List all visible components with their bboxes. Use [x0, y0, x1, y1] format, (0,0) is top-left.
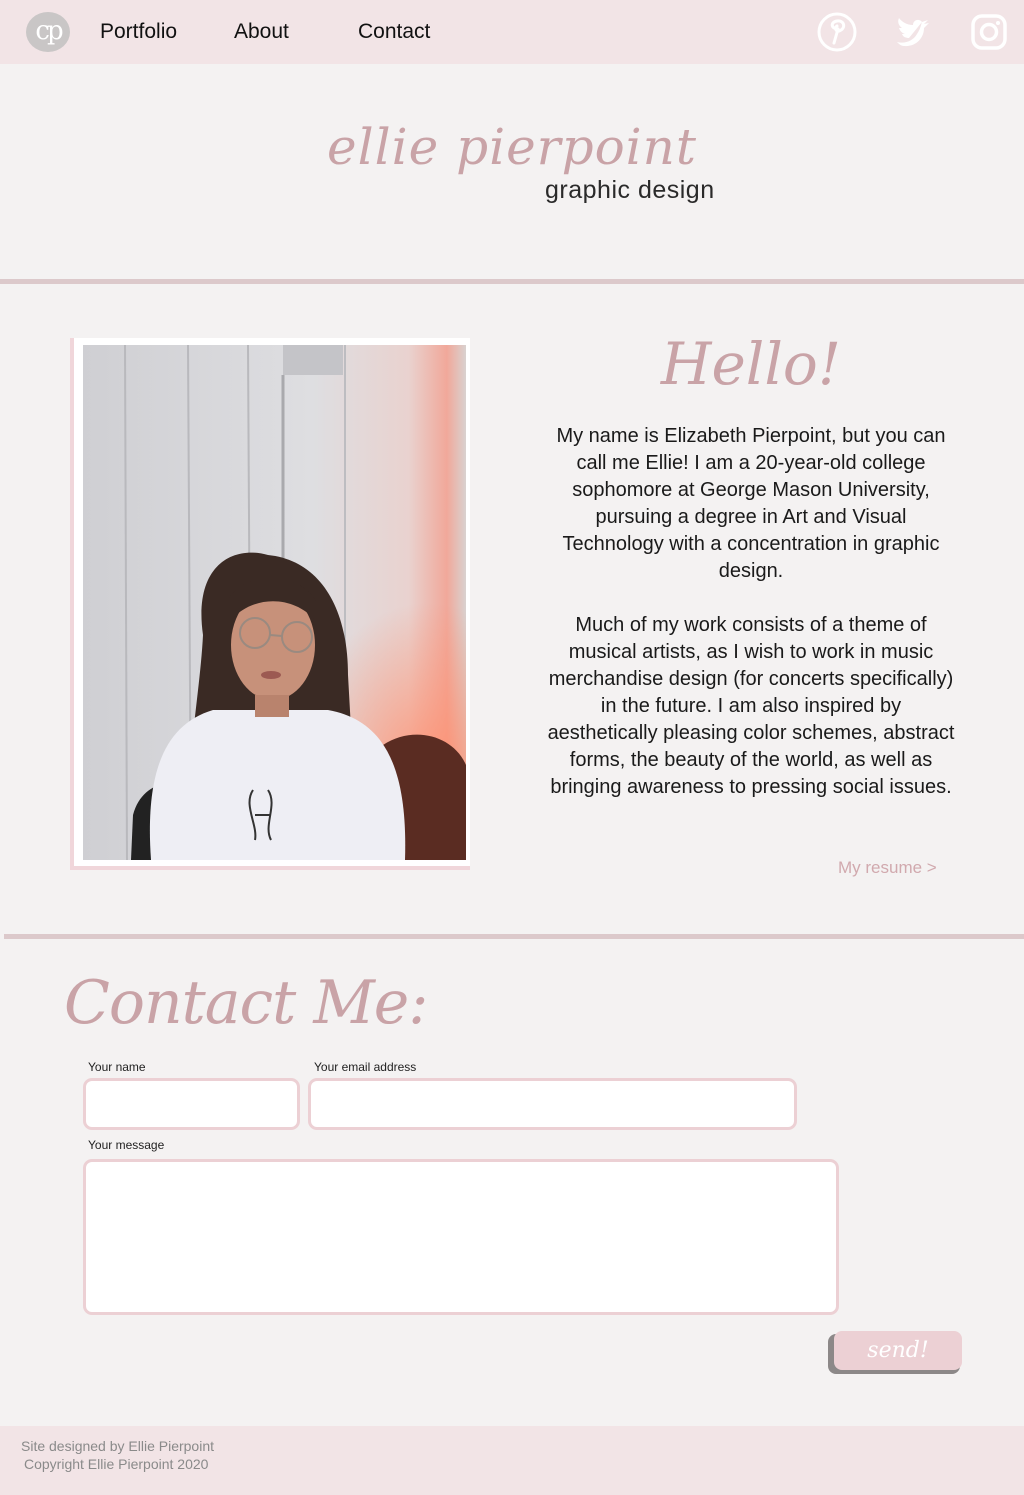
profile-photo — [83, 345, 466, 860]
instagram-icon[interactable] — [969, 12, 1009, 52]
bio-paragraph-2: Much of my work consists of a theme of m… — [547, 614, 955, 798]
nav-link-portfolio[interactable]: Portfolio — [100, 20, 177, 44]
nav-link-about[interactable]: About — [234, 20, 289, 44]
bio-paragraph-1: My name is Elizabeth Pierpoint, but you … — [556, 425, 946, 582]
email-field[interactable] — [308, 1078, 797, 1130]
footer: Site designed by Ellie Pierpoint Copyrig… — [0, 1426, 1024, 1495]
name-label: Your name — [88, 1060, 146, 1074]
twitter-icon[interactable] — [893, 12, 933, 52]
hello-heading: Hello! — [660, 330, 842, 398]
footer-credit: Site designed by Ellie Pierpoint — [21, 1438, 215, 1454]
footer-copyright: Copyright Ellie Pierpoint 2020 — [24, 1456, 209, 1472]
name-field[interactable] — [83, 1078, 300, 1130]
message-label: Your message — [88, 1138, 165, 1152]
email-label: Your email address — [314, 1060, 417, 1074]
pinterest-icon[interactable] — [817, 12, 857, 52]
resume-link[interactable]: My resume > — [838, 858, 937, 878]
contact-heading: Contact Me: — [64, 968, 429, 1038]
profile-photo-illustration — [83, 345, 466, 860]
brand-name: ellie pierpoint — [327, 118, 697, 176]
section-divider — [4, 934, 1024, 939]
message-field[interactable] — [83, 1159, 839, 1315]
section-divider — [0, 279, 1024, 284]
send-button[interactable]: send! — [834, 1331, 962, 1370]
nav-link-contact[interactable]: Contact — [358, 20, 430, 44]
top-nav: cp Portfolio About Contact — [0, 0, 1024, 64]
brand-subtitle: graphic design — [545, 176, 715, 204]
site-logo[interactable]: cp — [26, 12, 70, 52]
profile-photo-frame — [70, 338, 470, 870]
